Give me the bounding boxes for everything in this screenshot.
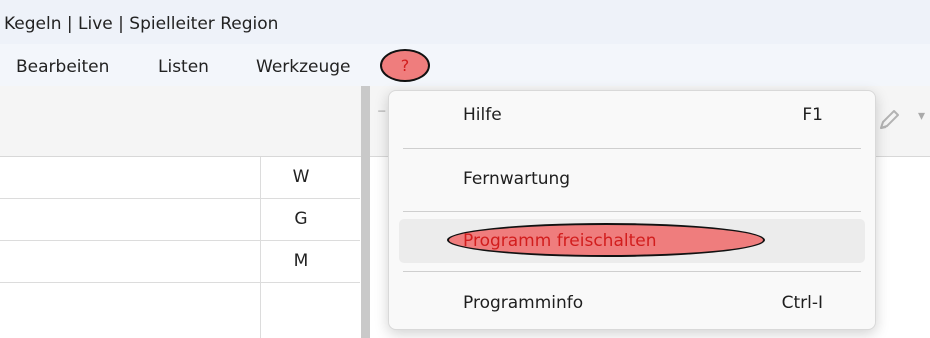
menu-item-fernwartung[interactable]: Fernwartung xyxy=(399,157,865,201)
menu-item-shortcut: F1 xyxy=(802,105,823,125)
table-cell: W xyxy=(292,167,310,187)
menu-item-programminfo[interactable]: Programminfo Ctrl-I xyxy=(399,281,865,325)
panel-splitter[interactable] xyxy=(361,86,370,338)
menu-item-programm-freischalten[interactable]: Programm freischalten xyxy=(399,219,865,263)
table-cell: M xyxy=(293,251,309,271)
toolbar-separator-icon: ⁻ xyxy=(377,104,387,125)
title-bar: Kegeln | Live | Spielleiter Region xyxy=(0,0,930,44)
table-cell: G xyxy=(294,209,308,229)
menu-separator xyxy=(403,211,861,212)
menu-item-label: Fernwartung xyxy=(463,169,571,189)
menu-bearbeiten[interactable]: Bearbeiten xyxy=(16,57,109,77)
edit-icon[interactable] xyxy=(876,108,902,134)
menu-item-shortcut: Ctrl-I xyxy=(781,293,823,313)
menu-separator xyxy=(403,148,861,149)
window-title: Kegeln | Live | Spielleiter Region xyxy=(4,14,279,34)
menu-item-label: Hilfe xyxy=(463,105,502,125)
menu-bar: Bearbeiten Listen Werkzeuge xyxy=(0,44,930,86)
help-dropdown-menu: Hilfe F1 Fernwartung Programm freischalt… xyxy=(388,90,876,330)
menu-werkzeuge[interactable]: Werkzeuge xyxy=(256,57,351,77)
menu-help[interactable]: ? xyxy=(380,49,430,82)
menu-item-label: Programminfo xyxy=(463,293,584,313)
table-cell xyxy=(261,283,341,324)
chevron-down-icon[interactable]: ▾ xyxy=(918,108,930,134)
menu-item-hilfe[interactable]: Hilfe F1 xyxy=(399,93,865,137)
menu-item-label: Programm freischalten xyxy=(463,231,657,251)
menu-listen[interactable]: Listen xyxy=(158,57,209,77)
menu-separator xyxy=(403,271,861,272)
